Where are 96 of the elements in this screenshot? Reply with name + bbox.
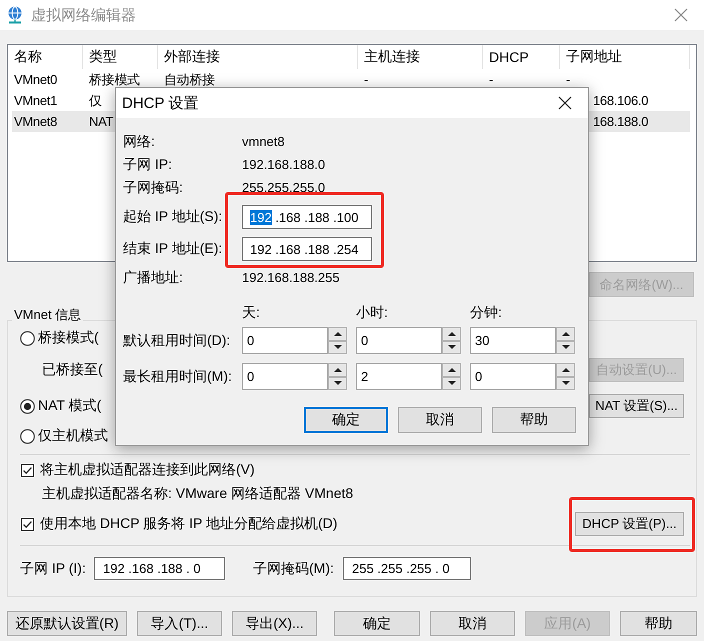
spin-down-button[interactable] [556, 376, 575, 390]
radio-button[interactable]: 仅主机模式 [20, 426, 108, 446]
ip-address-field[interactable]: 192 .168 .188 .254 [242, 237, 372, 261]
field-label: 子网掩码: [123, 178, 183, 194]
column-header[interactable]: 类型 [89, 48, 117, 66]
radio-button[interactable]: NAT 模式( [20, 396, 102, 416]
subnet-ip-label: 子网 IP (I): [20, 560, 87, 578]
number-field[interactable]: 0 [470, 363, 556, 390]
table-cell: 桥接模式 [89, 70, 140, 88]
nat-settings-button[interactable]: NAT 设置(S)... [589, 394, 684, 418]
number-field[interactable]: 0 [242, 363, 328, 390]
field-label: 结束 IP 地址(E): [123, 239, 224, 258]
field-value: 192.168.188.255 [242, 270, 340, 285]
up-triangle-icon [562, 332, 570, 336]
number-field[interactable]: 0 [242, 327, 328, 354]
down-triangle-icon [562, 381, 570, 386]
unit-label: 分钟: [470, 304, 503, 322]
field-value: 255.255.255.0 [242, 180, 326, 195]
field-value: vmnet8 [242, 134, 285, 149]
help-button[interactable]: 帮助 [492, 407, 576, 433]
subnet-ip-field[interactable]: 192 .168 .188 . 0 [94, 557, 225, 580]
dialog-title: DHCP 设置 [122, 94, 198, 112]
table-cell: NAT [89, 114, 114, 129]
number-field[interactable]: 0 [356, 327, 442, 354]
spin-down-button[interactable] [556, 340, 575, 354]
number-field[interactable]: 30 [470, 327, 556, 354]
ip-address-field[interactable]: 192 .168 .188 .100 [242, 205, 372, 229]
column-header[interactable]: 名称 [14, 48, 42, 66]
spin-down-button[interactable] [442, 376, 461, 390]
spin-up-button[interactable] [556, 327, 575, 340]
close-icon [558, 96, 572, 110]
unit-label: 小时: [356, 304, 389, 322]
window-title: 虚拟网络编辑器 [31, 6, 136, 24]
spin-down-button[interactable] [328, 340, 347, 354]
up-triangle-icon [562, 368, 570, 372]
field-label: 最长租用时间(M): [123, 368, 232, 384]
ip-address-text: .168 .188 .100 [274, 210, 358, 224]
up-triangle-icon [448, 368, 456, 372]
dhcp-settings-button[interactable]: DHCP 设置(P)... [575, 512, 684, 536]
down-triangle-icon [562, 345, 570, 350]
table-cell: - [364, 72, 368, 87]
spin-up-button[interactable] [328, 363, 347, 376]
restore-defaults-button[interactable]: 还原默认设置(R) [7, 611, 127, 636]
radio-button[interactable]: 桥接模式( [20, 328, 99, 348]
ok-button[interactable]: 确定 [334, 611, 420, 636]
up-triangle-icon [334, 332, 342, 336]
field-label: 网络: [123, 132, 155, 148]
spin-up-button[interactable] [442, 363, 461, 376]
down-triangle-icon [448, 345, 456, 350]
number-field[interactable]: 2 [356, 363, 442, 390]
subnet-mask-label: 子网掩码(M): [253, 560, 335, 578]
spin-down-button[interactable] [442, 340, 461, 354]
subnet-mask-field[interactable]: 255 .255 .255 . 0 [343, 557, 471, 580]
ok-button[interactable]: 确定 [304, 407, 388, 433]
adapter-name-text: 主机虚拟适配器名称: VMware 网络适配器 VMnet8 [41, 485, 354, 503]
cancel-button[interactable]: 取消 [398, 407, 482, 433]
up-triangle-icon [448, 332, 456, 336]
table-cell: - [566, 72, 570, 87]
checkbox[interactable]: 将主机虚拟适配器连接到此网络(V) [20, 460, 255, 480]
down-triangle-icon [334, 345, 342, 350]
close-icon [674, 8, 688, 22]
spin-up-button[interactable] [556, 363, 575, 376]
up-triangle-icon [334, 368, 342, 372]
table-cell: VMnet1 [14, 93, 58, 108]
label-text: 已桥接至( [41, 361, 103, 379]
spin-down-button[interactable] [328, 376, 347, 390]
field-label: 广播地址: [123, 268, 183, 284]
checkbox[interactable]: 使用本地 DHCP 服务将 IP 地址分配给虚拟机(D) [20, 514, 338, 534]
column-header[interactable]: DHCP [489, 49, 529, 65]
column-header[interactable]: 子网地址 [566, 48, 622, 66]
table-cell: 仅 [89, 92, 102, 110]
column-header[interactable]: 外部连接 [164, 48, 220, 66]
help-button[interactable]: 帮助 [620, 611, 697, 636]
field-label: 起始 IP 地址(S): [123, 207, 224, 226]
group-title: VMnet 信息 [12, 307, 84, 323]
spin-up-button[interactable] [328, 327, 347, 340]
table-cell: VMnet0 [14, 72, 58, 87]
field-label: 子网 IP: [123, 156, 172, 172]
cancel-button[interactable]: 取消 [430, 611, 515, 636]
ip-address-text: 192 .168 .188 .254 [250, 242, 358, 256]
field-value: 192.168.188.0 [242, 157, 326, 172]
table-row[interactable]: VMnet0 桥接模式 自动桥接 - - - [12, 69, 690, 90]
down-triangle-icon [448, 381, 456, 386]
spin-up-button[interactable] [442, 327, 461, 340]
table-cell: 自动桥接 [164, 70, 215, 88]
column-header[interactable]: 主机连接 [364, 48, 420, 66]
field-label: 默认租用时间(D): [123, 332, 230, 348]
globe-icon [6, 6, 24, 24]
table-cell: 168.188.0 [593, 114, 648, 129]
selected-text: 192 [250, 210, 272, 224]
table-cell: VMnet8 [14, 114, 58, 129]
down-triangle-icon [334, 381, 342, 386]
export-button[interactable]: 导出(X)... [232, 611, 317, 636]
table-cell: - [489, 72, 494, 87]
unit-label: 天: [242, 304, 261, 322]
import-button[interactable]: 导入(T)... [137, 611, 222, 636]
